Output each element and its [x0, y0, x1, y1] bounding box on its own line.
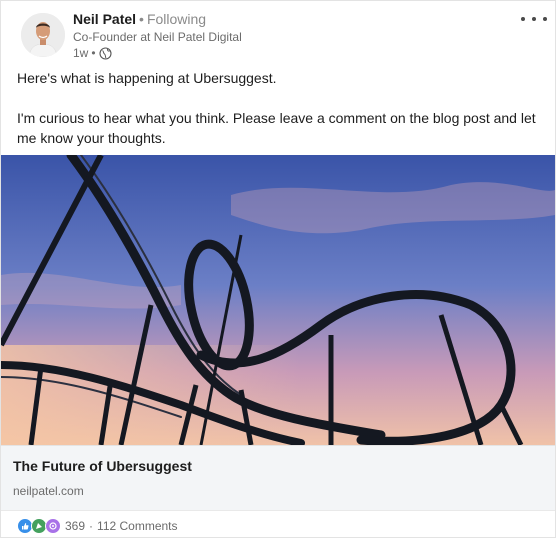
separator-dot: •: [139, 11, 144, 27]
link-title[interactable]: The Future of Ubersuggest: [13, 458, 192, 474]
author-meta: Neil Patel • Following Co-Founder at Neil …: [73, 11, 242, 61]
social-counts: 369 · 112 Comments: [17, 517, 178, 535]
more-options-button[interactable]: [521, 11, 547, 27]
comments-count[interactable]: 112 Comments: [97, 519, 177, 533]
post-paragraph: Here's what is happening at Ubersuggest.: [17, 70, 277, 86]
separator-dot: •: [91, 46, 96, 60]
post-time: 1w: [73, 46, 89, 60]
separator-dot: ·: [89, 519, 94, 533]
curious-icon: [45, 518, 61, 534]
author-name-row: Neil Patel • Following: [73, 11, 242, 28]
feed-post: Neil Patel • Following Co-Founder at Neil …: [0, 0, 556, 538]
follow-status: Following: [146, 11, 207, 27]
more-dot: [532, 17, 536, 21]
link-preview-card[interactable]: The Future of Ubersuggest neilpatel.com: [1, 445, 555, 511]
author-headline: Co-Founder at Neil Patel Digital: [73, 30, 242, 44]
globe-icon: [98, 46, 112, 60]
post-image[interactable]: [1, 155, 555, 445]
post-time-row: 1w •: [73, 45, 242, 61]
reaction-count[interactable]: 369: [65, 519, 85, 533]
author-avatar[interactable]: [21, 13, 65, 57]
post-text: Here's what is happening at Ubersuggest.…: [17, 68, 543, 148]
reaction-icons[interactable]: [17, 518, 61, 534]
more-dot: [521, 17, 525, 21]
avatar-image: [21, 13, 65, 57]
link-domain: neilpatel.com: [13, 484, 84, 498]
roller-coaster-image: [1, 155, 555, 445]
post-header: Neil Patel • Following Co-Founder at Neil …: [17, 11, 547, 61]
post-paragraph: I'm curious to hear what you think. Plea…: [17, 110, 536, 146]
author-name[interactable]: Neil Patel: [73, 11, 136, 27]
more-dot: [543, 17, 547, 21]
